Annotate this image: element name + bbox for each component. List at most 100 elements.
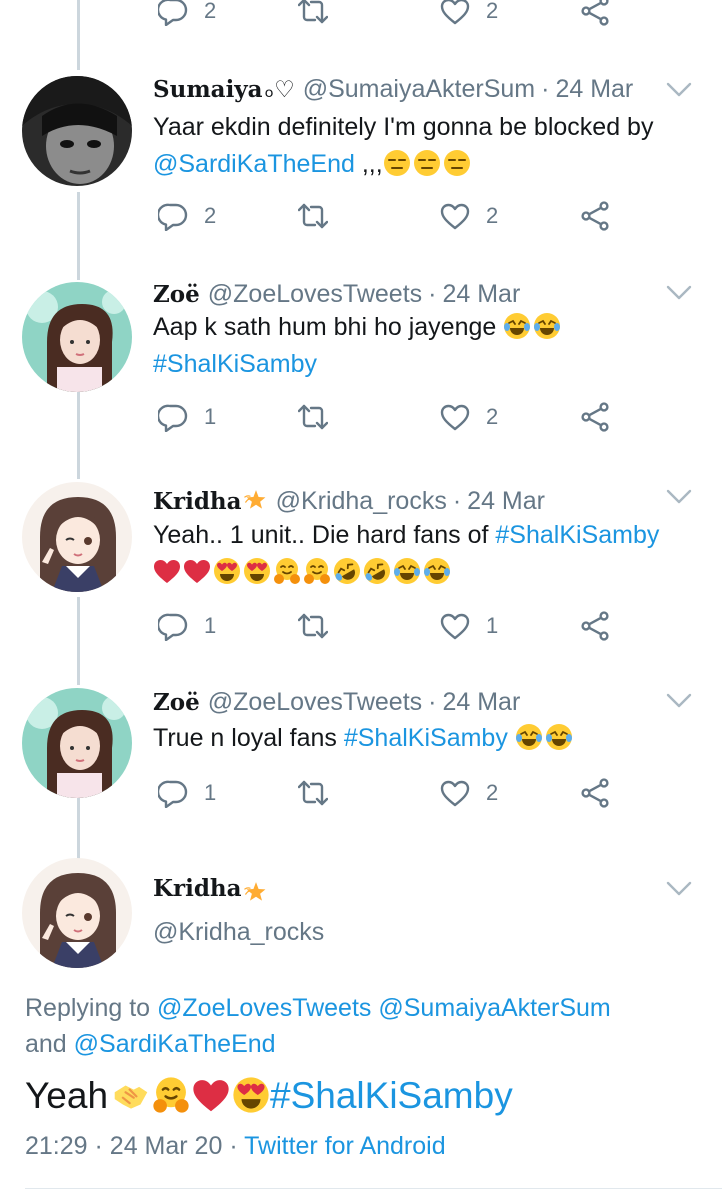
share-button[interactable] <box>580 778 610 808</box>
tweet-date[interactable]: 24 Mar <box>555 75 633 104</box>
reply-button[interactable]: 1 <box>158 778 216 808</box>
user-handle[interactable]: @ZoeLovesTweets <box>208 280 422 309</box>
hashtag-link[interactable]: #ShalKiSamby <box>495 521 659 549</box>
heart-eyes-emoji <box>232 1076 270 1114</box>
share-button[interactable] <box>580 402 610 432</box>
retweet-button[interactable] <box>298 0 328 26</box>
mention-link[interactable]: @SardiKaTheEnd <box>153 150 355 178</box>
tweet-menu-button[interactable] <box>666 489 692 505</box>
rolling-laughing-emoji <box>333 557 361 585</box>
laughing-tears-emoji <box>423 557 451 585</box>
like-button[interactable]: 2 <box>440 201 498 231</box>
like-button[interactable]: 2 <box>440 402 498 432</box>
mention-link[interactable]: @SumaiyaAkterSum <box>378 994 610 1022</box>
handshake-emoji <box>112 1076 150 1114</box>
tweet-menu-button[interactable] <box>666 693 692 709</box>
heart-eyes-emoji <box>213 557 241 585</box>
retweet-button[interactable] <box>298 201 328 231</box>
tweet-header: Zoë @ZoeLovesTweets · 24 Mar <box>153 280 520 309</box>
star-icon <box>244 485 268 509</box>
share-icon <box>580 778 610 808</box>
heart-eyes-emoji <box>243 557 271 585</box>
tweet-date[interactable]: 24 Mar <box>467 487 545 516</box>
tweet-text-line: Yeah.. 1 unit.. Die hard fans of <box>153 521 489 549</box>
reply-button[interactable]: 2 <box>158 201 216 231</box>
avatar[interactable] <box>22 482 132 592</box>
hugging-face-emoji <box>303 557 331 585</box>
display-name[interactable]: Sumaiya <box>153 76 263 103</box>
share-icon <box>580 611 610 641</box>
like-button[interactable]: 2 <box>440 778 498 808</box>
reply-icon <box>158 0 188 26</box>
hashtag-link[interactable]: #ShalKiSamby <box>270 1075 513 1116</box>
retweet-icon <box>298 402 328 432</box>
separator: · <box>428 280 437 308</box>
retweet-icon <box>298 201 328 231</box>
share-button[interactable] <box>580 0 610 26</box>
share-icon <box>580 402 610 432</box>
like-button[interactable]: 1 <box>440 611 498 641</box>
retweet-button[interactable] <box>298 611 328 641</box>
tweet-header: Zoë @ZoeLovesTweets · 24 Mar <box>153 688 520 717</box>
like-count: 2 <box>486 404 499 429</box>
like-count: 2 <box>486 203 499 228</box>
avatar[interactable] <box>22 688 132 798</box>
divider <box>25 1188 722 1189</box>
laughing-tears-emoji <box>393 557 421 585</box>
like-count: 2 <box>486 780 499 805</box>
hugging-face-emoji <box>273 557 301 585</box>
tweet-actions: 1 1 <box>158 611 628 647</box>
tweet-text-line: Yeah <box>25 1075 109 1116</box>
expressionless-face-emoji <box>413 149 441 177</box>
hashtag-link[interactable]: #ShalKiSamby <box>153 346 713 383</box>
tweet-text: Yeah #ShalKiSamby <box>25 1072 513 1120</box>
hugging-face-emoji <box>152 1076 190 1114</box>
replying-prefix: Replying to <box>25 994 151 1022</box>
tweet-text: Aap k sath hum bhi ho jayenge #ShalKiSam… <box>153 309 713 383</box>
chevron-down-icon <box>666 82 692 98</box>
retweet-button[interactable] <box>298 402 328 432</box>
tweet-menu-button[interactable] <box>666 82 692 98</box>
like-button[interactable]: 2 <box>440 0 498 26</box>
user-handle[interactable]: @ZoeLovesTweets <box>208 688 422 717</box>
display-name[interactable]: Kridha <box>153 875 242 902</box>
tweet-date[interactable]: 24 Mar <box>442 280 520 309</box>
tweet-date: 24 Mar 20 <box>109 1132 223 1160</box>
avatar[interactable] <box>22 76 132 186</box>
avatar[interactable] <box>22 282 132 392</box>
tweet-actions: 2 2 <box>158 201 628 237</box>
user-avatar-image <box>22 858 132 968</box>
tweet-menu-button[interactable] <box>666 285 692 301</box>
share-button[interactable] <box>580 611 610 641</box>
share-icon <box>580 0 610 26</box>
mention-link[interactable]: @ZoeLovesTweets <box>157 994 371 1022</box>
hashtag-link[interactable]: #ShalKiSamby <box>344 724 508 752</box>
display-name[interactable]: Kridha <box>153 488 242 515</box>
chevron-down-icon <box>666 693 692 709</box>
reply-button[interactable]: 1 <box>158 402 216 432</box>
user-handle[interactable]: @SumaiyaAkterSum <box>303 75 535 104</box>
mention-link[interactable]: @SardiKaTheEnd <box>74 1030 276 1058</box>
red-heart-emoji <box>153 557 181 585</box>
thread-line <box>77 389 80 479</box>
reply-count: 1 <box>204 404 217 429</box>
reply-button[interactable]: 2 <box>158 0 216 26</box>
reply-button[interactable]: 1 <box>158 611 216 641</box>
share-button[interactable] <box>580 201 610 231</box>
display-name[interactable]: Zoë <box>153 689 200 716</box>
client-link[interactable]: Twitter for Android <box>244 1132 445 1160</box>
retweet-icon <box>298 778 328 808</box>
separator: · <box>541 75 550 103</box>
tweet-date[interactable]: 24 Mar <box>442 688 520 717</box>
tweet-menu-button[interactable] <box>666 881 692 897</box>
avatar[interactable] <box>22 858 132 968</box>
laughing-tears-emoji <box>503 312 531 340</box>
tweet-text-line: Aap k sath hum bhi ho jayenge <box>153 313 497 341</box>
emoji-run <box>383 149 471 177</box>
display-name[interactable]: Zoë <box>153 281 200 308</box>
retweet-button[interactable] <box>298 778 328 808</box>
user-handle[interactable]: @Kridha_rocks <box>153 918 324 947</box>
laughing-tears-emoji <box>533 312 561 340</box>
retweet-icon <box>298 611 328 641</box>
user-handle[interactable]: @Kridha_rocks <box>276 487 447 516</box>
